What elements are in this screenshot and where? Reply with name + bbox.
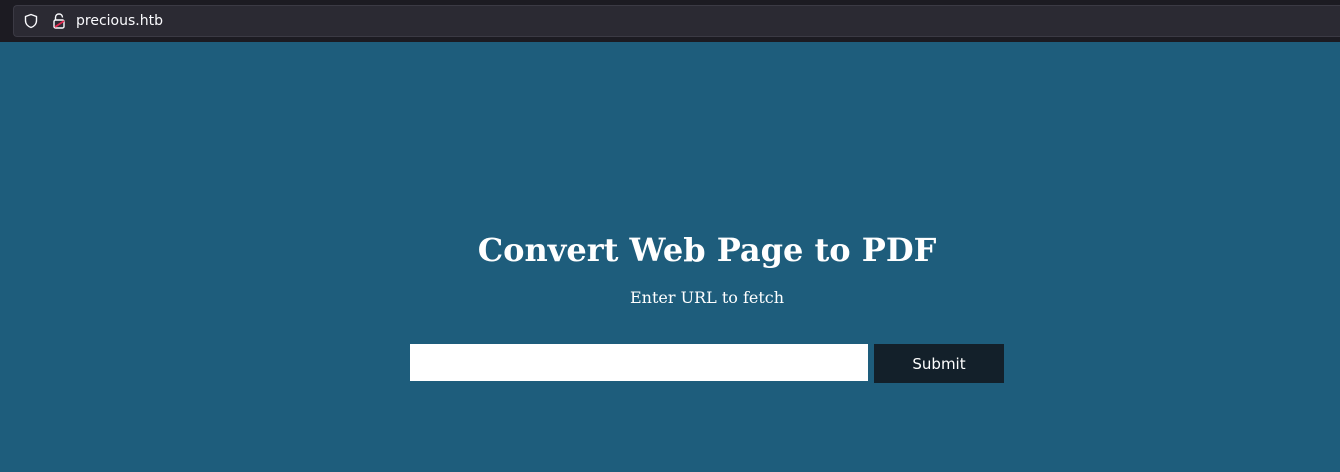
page-title: Convert Web Page to PDF	[477, 231, 937, 269]
page-subtitle: Enter URL to fetch	[629, 288, 785, 307]
url-text[interactable]: precious.htb	[76, 12, 163, 30]
submit-button[interactable]: Submit	[874, 344, 1004, 383]
lock-icon[interactable]	[51, 12, 67, 30]
address-bar[interactable]: precious.htb	[13, 5, 1340, 37]
shield-icon[interactable]	[23, 13, 39, 29]
url-input[interactable]	[410, 344, 868, 381]
page-content: Convert Web Page to PDF Enter URL to fet…	[0, 42, 1340, 472]
browser-toolbar: precious.htb	[0, 0, 1340, 42]
